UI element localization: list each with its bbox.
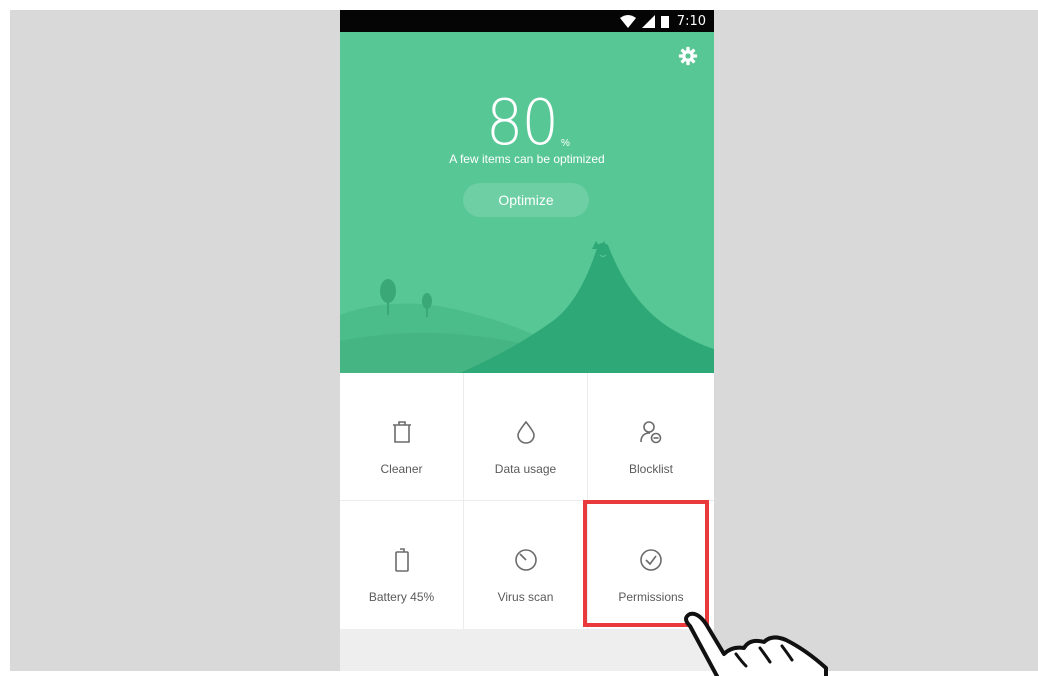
score-display: 80% — [340, 86, 714, 159]
gear-icon[interactable] — [678, 46, 698, 66]
tool-data-usage[interactable]: Data usage — [464, 373, 587, 500]
status-icons: 7:10 — [619, 13, 706, 29]
person-block-icon — [640, 421, 662, 444]
trash-icon — [392, 421, 411, 443]
hand-pointer-icon — [684, 611, 828, 676]
tool-virus-scan[interactable]: Virus scan — [464, 501, 587, 628]
footer-area — [340, 629, 714, 671]
tool-label: Virus scan — [497, 590, 554, 604]
optimize-button[interactable]: Optimize — [463, 183, 589, 217]
drop-icon — [516, 420, 535, 444]
score-subtitle: A few items can be optimized — [449, 152, 605, 166]
tool-label: Battery 45% — [368, 590, 435, 604]
score-value: 80 — [485, 86, 559, 159]
tool-blocklist[interactable]: Blocklist — [588, 373, 714, 500]
wifi-icon — [619, 14, 636, 28]
radar-icon — [514, 549, 537, 571]
security-score-panel: 80% A few items can be optimized Optimiz… — [340, 32, 714, 373]
landscape-illustration — [340, 241, 714, 373]
tool-battery[interactable]: Battery 45% — [340, 501, 463, 628]
battery-icon — [394, 548, 409, 572]
battery-icon — [660, 15, 669, 28]
signal-icon — [641, 14, 655, 28]
tool-label: Blocklist — [628, 462, 673, 476]
status-bar: 7:10 — [340, 10, 714, 32]
score-unit: % — [561, 138, 570, 149]
tool-label: Cleaner — [380, 462, 423, 476]
status-time: 7:10 — [676, 13, 706, 29]
grid-divider — [463, 373, 464, 629]
tool-cleaner[interactable]: Cleaner — [340, 373, 463, 500]
tool-label: Data usage — [494, 462, 557, 476]
